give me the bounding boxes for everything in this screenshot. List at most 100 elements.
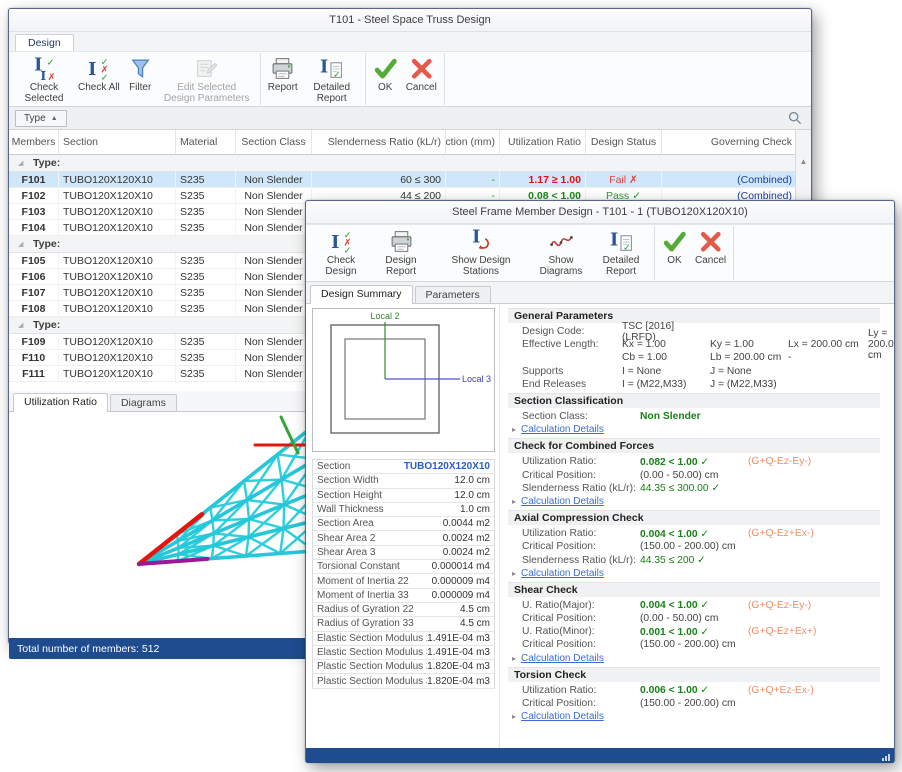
group-label: Type:: [33, 157, 60, 169]
column-header-governing-check[interactable]: Governing Check: [662, 130, 797, 154]
local3-axis-label: Local 3: [462, 374, 491, 384]
check-value: 0.001 < 1.00 ✓: [640, 626, 744, 638]
property-label: Moment of Inertia 33: [313, 590, 432, 601]
ok-button[interactable]: OK: [369, 54, 402, 95]
detailed-report-button[interactable]: I✓Detailed Report: [302, 54, 362, 106]
ok-button[interactable]: OK: [658, 227, 691, 268]
design-report-button[interactable]: Design Report: [371, 227, 431, 279]
check-all-button[interactable]: I✓✗✓Check All: [74, 54, 124, 95]
main-window-title: T101 - Steel Space Truss Design: [329, 14, 490, 26]
toolbar-group: OKCancel: [655, 226, 734, 280]
cell: F101: [9, 172, 59, 187]
cancel-button[interactable]: Cancel: [402, 54, 441, 95]
property-value: 0.000009 m4: [432, 590, 494, 601]
cell: Non Slender: [236, 204, 312, 219]
property-label: Shear Area 2: [313, 533, 443, 544]
cell: F108: [9, 301, 59, 316]
table-group-row[interactable]: ◢Type:: [9, 155, 797, 172]
tab-diagrams[interactable]: Diagrams: [110, 394, 177, 411]
cell: Non Slender: [236, 172, 312, 187]
property-row: Section Width12.0 cm: [313, 474, 494, 488]
sort-ascending-icon: ▲: [51, 115, 58, 122]
check-section-axial-compression-check: Axial Compression CheckUtilization Ratio…: [508, 510, 880, 580]
ok-icon: [662, 229, 687, 254]
calculation-details-link[interactable]: Calculation Details: [521, 568, 604, 579]
cell: S235: [176, 334, 236, 349]
table-row-f101[interactable]: F101TUBO120X120X10S235Non Slender60 ≤ 30…: [9, 172, 797, 188]
check-design-button[interactable]: I✓✗✓Check Design: [311, 227, 371, 279]
dialog-content: Local 2 Local 3 SectionTUBO120X120X10Sec…: [306, 304, 894, 748]
report-button[interactable]: Report: [264, 54, 302, 95]
param-row: End ReleasesI = (M22,M33)J = (M22,M33): [508, 378, 880, 391]
column-header-material[interactable]: Material: [176, 130, 236, 154]
truss-member: [244, 481, 247, 500]
tab-parameters[interactable]: Parameters: [415, 286, 491, 303]
scroll-up-icon[interactable]: ▲: [796, 157, 811, 166]
show-stations-icon: I: [469, 229, 494, 254]
check-value: (150.00 - 200.00) cm: [640, 541, 744, 552]
main-toolbar: I✓I✗Check SelectedI✓✗✓Check AllFilterEdi…: [9, 51, 811, 107]
property-value: 0.000009 m4: [432, 576, 494, 587]
detailed-report-icon: I✓: [319, 56, 344, 81]
column-header-utilization[interactable]: Utilization Ratio: [500, 130, 586, 154]
filter-button[interactable]: Filter: [124, 54, 157, 95]
resize-grip[interactable]: [882, 754, 890, 761]
check-value: (0.00 - 50.00) cm: [640, 613, 744, 624]
property-label: Plastic Section Modulus 22: [313, 661, 427, 672]
property-label: Radius of Gyration 22: [313, 604, 460, 615]
cell: S235: [176, 172, 236, 187]
calculation-details-link[interactable]: Calculation Details: [521, 711, 604, 722]
truss-member: [284, 505, 285, 529]
column-header-slenderness[interactable]: Slenderness Ratio (kL/r): [312, 130, 446, 154]
tab-utilization-ratio[interactable]: Utilization Ratio: [13, 393, 108, 412]
calculation-details-link[interactable]: Calculation Details: [521, 496, 604, 507]
toolbar-button-label: Design Report: [375, 255, 427, 277]
check-selected-button[interactable]: I✓I✗Check Selected: [14, 54, 74, 106]
svg-text:✓: ✓: [343, 245, 351, 254]
group-by-type-chip[interactable]: Type ▲: [15, 110, 67, 127]
param-row: Cb = 1.00Lb = 200.00 cm--: [508, 351, 880, 364]
column-header-members[interactable]: Members: [9, 130, 59, 154]
check-label: Critical Position:: [522, 470, 640, 481]
calculation-details-link[interactable]: Calculation Details: [521, 653, 604, 664]
column-header-section[interactable]: Section: [59, 130, 176, 154]
truss-member: [249, 519, 250, 537]
dialog-toolbar: I✓✗✓Check DesignDesign ReportIShow Desig…: [306, 224, 894, 282]
check-design-icon: I✓✗✓: [329, 229, 354, 254]
load-combination: (G+Q-Ez+Ex-): [748, 528, 814, 539]
load-combination: (G+Q-Ez+Ex+): [748, 626, 816, 637]
cell: Non Slender: [236, 253, 312, 268]
column-header-design-status[interactable]: Design Status: [586, 130, 662, 154]
search-icon[interactable]: [787, 110, 803, 126]
detailed-report-button[interactable]: I✓Detailed Report: [591, 227, 651, 279]
check-value: 0.082 < 1.00 ✓: [640, 456, 744, 468]
property-label: Shear Area 3: [313, 547, 443, 558]
check-value: 0.006 < 1.00 ✓: [640, 684, 744, 696]
show-design-stations-button[interactable]: IShow Design Stations: [431, 227, 531, 279]
detailed-report-icon: I✓: [609, 229, 634, 254]
property-value: 1.820E-04 m3: [427, 661, 494, 672]
property-value: 0.0024 m2: [443, 547, 494, 558]
check-label: U. Ratio(Minor):: [522, 626, 640, 637]
param-value: -: [868, 352, 880, 363]
property-row: Section Height12.0 cm: [313, 489, 494, 503]
truss-member: [282, 480, 285, 505]
cell: TUBO120X120X10: [59, 301, 176, 316]
cancel-button[interactable]: Cancel: [691, 227, 730, 268]
cell: TUBO120X120X10: [59, 269, 176, 284]
design-summary-panel: General ParametersDesign Code:TSC [2016]…: [500, 304, 894, 748]
tab-design-summary[interactable]: Design Summary: [310, 285, 413, 304]
column-header-deflection[interactable]: Deflection (mm): [446, 130, 500, 154]
toolbar-group: I✓✗✓Check DesignDesign ReportIShow Desig…: [308, 226, 655, 280]
column-header-section-class[interactable]: Section Class: [236, 130, 312, 154]
tab-design[interactable]: Design: [15, 34, 74, 51]
param-row: Design Code:TSC [2016] (LRFD): [508, 325, 880, 338]
property-value: 0.0044 m2: [443, 518, 494, 529]
show-diagrams-button[interactable]: Show Diagrams: [531, 227, 591, 279]
cell: S235: [176, 220, 236, 235]
dialog-titlebar[interactable]: Steel Frame Member Design - T101 - 1 (TU…: [306, 201, 894, 224]
property-label: Elastic Section Modulus 22: [313, 633, 427, 644]
main-window-titlebar[interactable]: T101 - Steel Space Truss Design: [9, 9, 811, 32]
calculation-details-link[interactable]: Calculation Details: [521, 424, 604, 435]
cell: TUBO120X120X10: [59, 188, 176, 203]
